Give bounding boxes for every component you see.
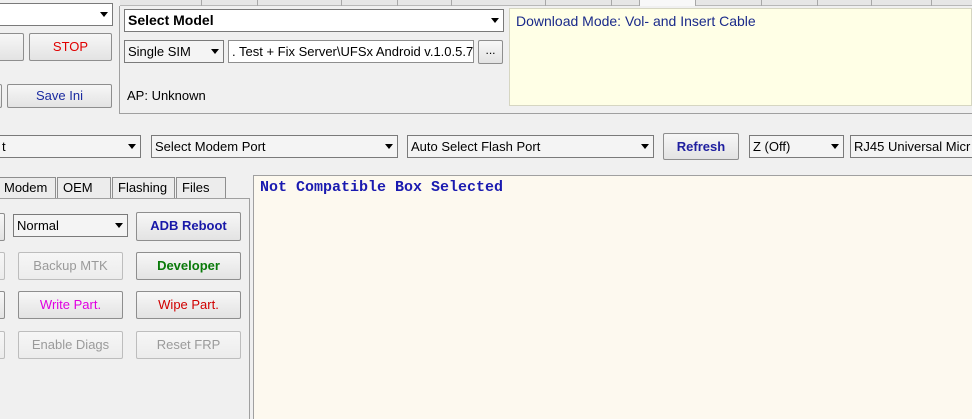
modem-port-combo[interactable]: Select Modem Port (151, 135, 398, 158)
top-tab-strip (120, 0, 972, 6)
write-part-button[interactable]: Write Part. (18, 291, 123, 319)
save-ini-button[interactable]: Save Ini (7, 84, 112, 108)
left-edge-button[interactable] (0, 291, 5, 319)
tab-label: Files (182, 180, 210, 195)
chevron-down-icon (206, 41, 223, 62)
chevron-down-icon (95, 4, 112, 25)
chevron-down-icon (380, 136, 397, 157)
vertical-divider (119, 6, 120, 114)
tab-oem[interactable]: OEM (57, 177, 111, 199)
enable-diags-button[interactable]: Enable Diags (18, 331, 123, 359)
backup-mtk-button[interactable]: Backup MTK (18, 252, 123, 280)
adb-reboot-button[interactable]: ADB Reboot (136, 212, 241, 241)
tab-label: OEM (63, 180, 93, 195)
port-combo[interactable]: t (0, 135, 141, 158)
flash-port-combo[interactable]: Auto Select Flash Port (407, 135, 654, 158)
top-left-combo[interactable] (0, 3, 113, 26)
top-tab-active[interactable] (640, 0, 696, 6)
top-tab[interactable] (696, 0, 762, 6)
top-tab[interactable] (452, 0, 546, 6)
mode-combo[interactable]: Normal (13, 214, 128, 237)
browse-button[interactable]: ... (478, 40, 503, 64)
top-tab[interactable] (612, 0, 640, 6)
left-edge-button[interactable] (0, 33, 24, 61)
left-edge-button[interactable] (0, 213, 5, 241)
download-mode-text: Download Mode: Vol- and Insert Cable (516, 13, 756, 29)
top-tab[interactable] (872, 0, 932, 6)
top-tab[interactable] (342, 0, 398, 6)
chevron-down-icon (123, 136, 140, 157)
tab-label: Modem (4, 180, 48, 195)
z-mode-combo[interactable]: Z (Off) (749, 135, 844, 158)
firmware-path-field[interactable]: . Test + Fix Server\UFSx Android v.1.0.5… (228, 40, 474, 63)
top-tab[interactable] (202, 0, 258, 6)
chevron-down-icon (110, 215, 127, 236)
chevron-down-icon (636, 136, 653, 157)
select-model-combo[interactable]: Select Model (124, 9, 504, 32)
tab-files[interactable]: Files (176, 177, 226, 199)
developer-button[interactable]: Developer (136, 252, 241, 280)
reset-frp-button[interactable]: Reset FRP (136, 331, 241, 359)
stop-button[interactable]: STOP (29, 33, 112, 61)
tab-modem[interactable]: Modem (0, 177, 56, 199)
horizontal-divider (120, 113, 972, 114)
wipe-part-button[interactable]: Wipe Part. (136, 291, 241, 319)
chevron-down-icon (826, 136, 843, 157)
left-edge-button[interactable] (0, 252, 5, 280)
refresh-button[interactable]: Refresh (663, 133, 739, 160)
top-tab[interactable] (148, 0, 202, 6)
top-tab[interactable] (398, 0, 452, 6)
info-panel: Download Mode: Vol- and Insert Cable (509, 8, 972, 106)
rj45-combo[interactable]: RJ45 Universal Micr (850, 135, 972, 158)
left-edge-button[interactable] (0, 331, 5, 359)
left-edge-button[interactable] (0, 84, 2, 108)
sim-select-combo[interactable]: Single SIM (124, 40, 224, 63)
log-panel: Not Compatible Box Selected (253, 175, 972, 419)
ap-status-label: AP: Unknown (127, 88, 206, 103)
top-tab[interactable] (546, 0, 612, 6)
tab-label: Flashing (118, 180, 168, 195)
tab-flashing[interactable]: Flashing (112, 177, 175, 199)
top-tab[interactable] (818, 0, 872, 6)
chevron-down-icon (486, 10, 503, 31)
top-tab[interactable] (762, 0, 818, 6)
log-message: Not Compatible Box Selected (260, 179, 504, 196)
top-tab[interactable] (258, 0, 342, 6)
